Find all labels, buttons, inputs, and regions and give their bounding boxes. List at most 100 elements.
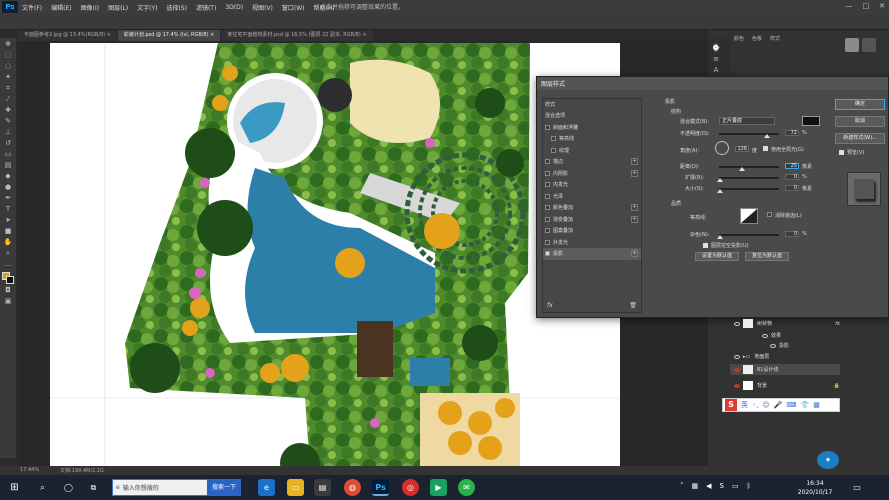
emoji-icon[interactable]: ☺ [762, 401, 769, 409]
style-item-inner-shadow[interactable]: 内阴影 + [543, 168, 641, 180]
set-default-button[interactable]: 设置为默认值 [695, 252, 739, 261]
tab-color[interactable]: 颜色 [734, 35, 744, 45]
file-explorer-icon[interactable]: ▭ [287, 479, 304, 496]
history-brush-icon[interactable]: ↺ [3, 139, 13, 147]
checkbox-checked[interactable] [545, 251, 550, 257]
type-tool-icon[interactable]: T [3, 205, 13, 213]
edge-browser-icon[interactable]: e [258, 479, 275, 496]
new-style-button[interactable]: 新建样式(W)... [835, 133, 885, 144]
iqiyi-icon[interactable]: ▶ [430, 479, 447, 496]
cancel-button[interactable]: 取消 [835, 116, 885, 127]
stamp-tool-icon[interactable]: ⊥ [3, 128, 13, 136]
battery-icon[interactable]: ▭ [732, 482, 739, 490]
add-icon[interactable]: + [631, 215, 638, 223]
styles-header[interactable]: 样式 [543, 99, 641, 110]
skin-icon[interactable]: 👕 [801, 401, 810, 409]
size-slider-knob[interactable] [717, 189, 723, 193]
menu-image[interactable]: 图像(I) [81, 3, 99, 12]
style-swatch[interactable] [845, 38, 859, 52]
distance-slider[interactable] [719, 166, 779, 168]
netease-music-icon[interactable]: ◎ [402, 479, 419, 496]
checkbox[interactable] [545, 182, 550, 188]
opacity-slider-knob[interactable] [764, 134, 770, 138]
style-item-drop-shadow[interactable]: 投影 + [543, 248, 641, 260]
tab-swatches[interactable]: 色板 [752, 35, 762, 45]
eye-icon[interactable] [734, 354, 740, 359]
punctuation-icon[interactable]: ◦, [752, 401, 758, 409]
style-item-inner-glow[interactable]: 内发光 [543, 179, 641, 191]
layer-row[interactable]: 树状物 fx [730, 318, 840, 329]
antialias-checkbox[interactable] [767, 212, 772, 217]
shape-tool-icon[interactable]: ■ [3, 227, 13, 235]
style-item-contour[interactable]: 等高线 [543, 133, 641, 145]
spread-slider[interactable] [719, 177, 779, 179]
keyboard-icon[interactable]: ⌨ [786, 401, 796, 409]
cortana-icon[interactable]: ◯ [60, 479, 77, 496]
spread-value[interactable]: 0 [785, 174, 799, 180]
spread-slider-knob[interactable] [717, 178, 723, 182]
reset-default-button[interactable]: 复位为默认值 [745, 252, 789, 261]
search-icon[interactable]: ⌕ [34, 479, 51, 496]
ime-toolbar[interactable]: S 英 ◦, ☺ 🎤 ⌨ 👕 ▦ [722, 398, 840, 412]
layer-row-selected[interactable]: 81设计线 [730, 364, 840, 375]
dodge-tool-icon[interactable]: ● [3, 183, 13, 191]
task-view-icon[interactable]: ⧉ [85, 479, 102, 496]
eye-icon[interactable] [762, 333, 768, 338]
noise-value[interactable]: 0 [785, 231, 799, 237]
chrome-icon[interactable]: ◍ [344, 479, 361, 496]
history-panel-icon[interactable]: ⌚ [711, 44, 721, 52]
checkbox[interactable] [545, 228, 550, 234]
style-item-stroke[interactable]: 描边 + [543, 156, 641, 168]
menu-type[interactable]: 文字(Y) [137, 3, 157, 12]
eraser-icon[interactable]: ▭ [3, 150, 13, 158]
background-color-swatch[interactable] [6, 276, 14, 284]
trash-icon[interactable]: 🗑 [629, 302, 637, 309]
eyedropper-icon[interactable]: ⁄ [3, 95, 13, 103]
checkbox[interactable] [545, 159, 550, 165]
blend-options-item[interactable]: 混合选项 [543, 110, 641, 122]
angle-value[interactable]: 126 [735, 146, 749, 152]
eye-icon[interactable] [734, 383, 740, 388]
magic-wand-icon[interactable]: ✦ [3, 73, 13, 81]
volume-icon[interactable]: ◀ [706, 482, 711, 490]
path-select-icon[interactable]: ➤ [3, 216, 13, 224]
blend-mode-select[interactable]: 正片叠底 [719, 117, 775, 125]
move-tool-icon[interactable]: ✥ [3, 40, 13, 48]
lasso-tool-icon[interactable]: ◌ [3, 62, 13, 70]
menu-3d[interactable]: 3D(D) [225, 4, 243, 11]
checkbox[interactable] [545, 124, 550, 130]
noise-slider[interactable] [719, 234, 779, 236]
windows-start-icon[interactable]: ⊞ [6, 479, 23, 496]
ime-tray-icon[interactable]: S [720, 482, 724, 490]
tray-expand-icon[interactable]: ˄ [680, 482, 684, 490]
bluetooth-icon[interactable]: ᛒ [747, 482, 751, 490]
checkbox[interactable] [545, 193, 550, 199]
eye-icon[interactable] [770, 343, 776, 348]
zoom-tool-icon[interactable]: ⌕ [3, 249, 13, 257]
crop-tool-icon[interactable]: ⌗ [3, 84, 13, 92]
menu-edit[interactable]: 编辑(E) [51, 3, 71, 12]
zoom-level[interactable]: 17.44% [20, 467, 39, 473]
style-item-pattern-overlay[interactable]: 图案叠加 [543, 225, 641, 237]
style-item-gradient-overlay[interactable]: 渐变叠加 + [543, 214, 641, 226]
store-icon[interactable]: ▤ [314, 479, 331, 496]
size-value[interactable]: 0 [785, 185, 799, 191]
checkbox[interactable] [545, 216, 550, 222]
layer-row[interactable]: 投影 [730, 340, 840, 351]
add-icon[interactable]: + [631, 169, 638, 177]
checkbox[interactable] [551, 136, 556, 142]
eye-icon[interactable] [734, 321, 740, 326]
global-light-checkbox[interactable] [763, 146, 768, 151]
opacity-value[interactable]: 72 [785, 130, 799, 136]
layer-row[interactable]: 背景 🔒 [730, 380, 840, 391]
menu-view[interactable]: 视图(V) [252, 3, 273, 12]
style-item-outer-glow[interactable]: 外发光 [543, 237, 641, 249]
eye-icon[interactable] [734, 367, 740, 372]
maximize-icon[interactable]: □ [863, 2, 870, 10]
hand-tool-icon[interactable]: ✋ [3, 238, 13, 246]
sogou-logo-icon[interactable]: S [725, 399, 737, 411]
add-icon[interactable]: + [631, 250, 638, 258]
tab-document-1[interactable]: 平面图参考2.jpg @ 13.4%(RGB/8) × [18, 30, 117, 41]
quick-mask-icon[interactable]: ◘ [3, 286, 13, 294]
healing-brush-icon[interactable]: ✚ [3, 106, 13, 114]
